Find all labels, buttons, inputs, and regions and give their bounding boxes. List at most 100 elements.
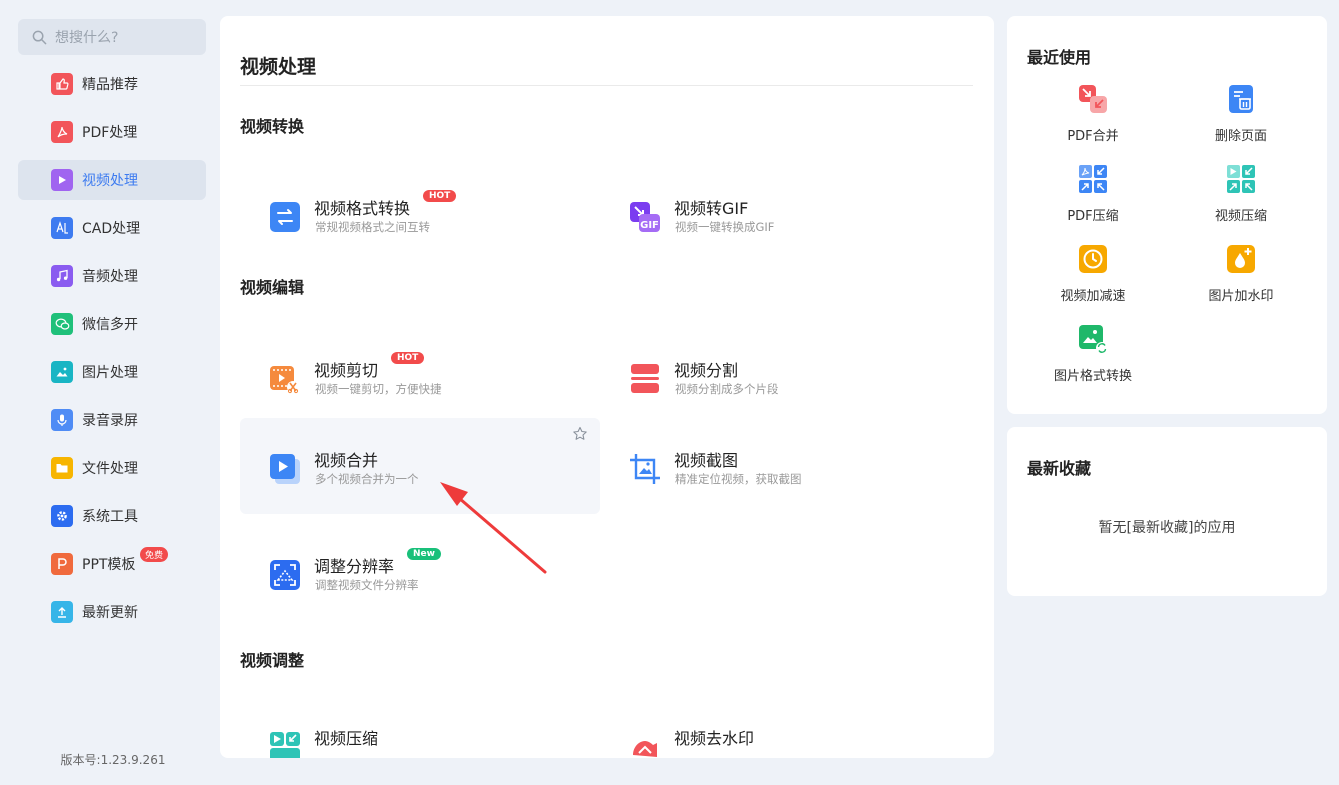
tool-video-compress[interactable]: 视频压缩: [240, 696, 600, 758]
sidebar-item-label: 音频处理: [82, 269, 138, 285]
tool-video-screenshot[interactable]: 视频截图 精准定位视频，获取截图: [600, 418, 960, 514]
thumbs-up-icon: [51, 73, 73, 95]
recent-item-label: 图片格式转换: [1053, 369, 1132, 384]
sidebar-item-label: PPT模板: [82, 557, 136, 573]
tool-video-format-convert[interactable]: 视频格式转换 HOT 常规视频格式之间互转: [240, 166, 600, 262]
sidebar-item-latest-updates[interactable]: 最新更新: [18, 592, 206, 632]
sidebar-item-wechat[interactable]: 微信多开: [18, 304, 206, 344]
tool-video-split[interactable]: 视频分割 视频分割成多个片段: [600, 328, 960, 424]
sidebar-item-ppt-templates[interactable]: PPT模板 免费: [18, 544, 206, 584]
tool-description: 调整视频文件分辨率: [315, 578, 419, 592]
main-panel: 视频处理 视频转换 视频格式转换 HOT 常规视频格式之间互转 GIF 视频转G…: [220, 16, 994, 758]
recent-item-label: PDF压缩: [1067, 209, 1119, 224]
tool-video-remove-watermark[interactable]: 视频去水印: [600, 696, 960, 758]
tool-name: 调整分辨率: [314, 557, 395, 576]
recent-panel: 最近使用 PDF合并 删除页面 PDF压缩 视频压缩 视频加减速 图片加水印 图…: [1007, 16, 1327, 414]
sidebar-item-cad[interactable]: CAD处理: [18, 208, 206, 248]
recent-item-label: 视频压缩: [1214, 209, 1267, 224]
recent-item-label: 删除页面: [1214, 129, 1267, 144]
hot-badge: HOT: [391, 352, 425, 364]
page-title: 视频处理: [240, 56, 317, 78]
sidebar-item-label: 精品推荐: [82, 77, 138, 93]
tool-description: 视频一键剪切，方便快捷: [315, 382, 442, 396]
recent-item-delete-page[interactable]: 删除页面: [1167, 83, 1315, 153]
tool-video-cut[interactable]: 视频剪切 HOT 视频一键剪切，方便快捷: [240, 328, 600, 424]
sidebar-item-pdf[interactable]: PDF处理: [18, 112, 206, 152]
image-icon: [51, 361, 73, 383]
video-play-icon: [51, 169, 73, 191]
image-convert-icon: [1077, 323, 1109, 355]
sidebar-item-video[interactable]: 视频处理: [18, 160, 206, 200]
delete-page-icon: [1225, 83, 1257, 115]
sidebar-item-label: PDF处理: [82, 125, 138, 141]
tool-name: 视频截图: [674, 451, 739, 470]
gear-icon: [51, 505, 73, 527]
convert-icon: [268, 200, 302, 234]
pdf-merge-icon: [1077, 83, 1109, 115]
sidebar-item-recommended[interactable]: 精品推荐: [18, 64, 206, 104]
tool-description: 视频分割成多个片段: [675, 382, 779, 396]
sidebar-item-label: 文件处理: [82, 461, 138, 477]
music-icon: [51, 265, 73, 287]
tool-name: 视频剪切: [314, 361, 379, 380]
tool-description: 常规视频格式之间互转: [315, 220, 430, 234]
recent-item-video-compress[interactable]: 视频压缩: [1167, 163, 1315, 233]
tool-description: 视频一键转换成GIF: [675, 220, 775, 234]
video-merge-icon: [268, 452, 302, 486]
sidebar-item-label: 系统工具: [82, 509, 138, 525]
recent-item-pdf-merge[interactable]: PDF合并: [1019, 83, 1167, 153]
video-compress-icon: [1225, 163, 1257, 195]
sidebar-item-files[interactable]: 文件处理: [18, 448, 206, 488]
image-watermark-icon: [1225, 243, 1257, 275]
free-badge: 免费: [140, 547, 169, 562]
gif-icon: GIF: [628, 200, 662, 234]
tool-video-to-gif[interactable]: GIF 视频转GIF 视频一键转换成GIF: [600, 166, 960, 262]
tool-name: 视频去水印: [674, 729, 755, 748]
wechat-icon: [51, 313, 73, 335]
search-icon: [32, 30, 47, 45]
section-title-video-adjust: 视频调整: [240, 651, 305, 670]
sidebar-item-label: 最新更新: [82, 605, 138, 621]
favorites-panel: 最新收藏 暂无[最新收藏]的应用: [1007, 427, 1327, 596]
sidebar-item-image[interactable]: 图片处理: [18, 352, 206, 392]
recent-item-image-watermark[interactable]: 图片加水印: [1167, 243, 1315, 313]
speed-icon: [1077, 243, 1109, 275]
tool-name: 视频压缩: [314, 729, 379, 748]
recent-item-label: PDF合并: [1067, 129, 1119, 144]
video-cut-icon: [268, 362, 302, 396]
recent-item-video-speed[interactable]: 视频加减速: [1019, 243, 1167, 313]
sidebar-item-label: 录音录屏: [82, 413, 138, 429]
favorites-empty-text: 暂无[最新收藏]的应用: [1098, 520, 1236, 536]
section-title-video-edit: 视频编辑: [240, 278, 305, 297]
tool-video-merge[interactable]: 视频合并 多个视频合并为一个: [240, 418, 600, 514]
resolution-icon: [268, 558, 302, 592]
sidebar-item-recording[interactable]: 录音录屏: [18, 400, 206, 440]
recent-item-pdf-compress[interactable]: PDF压缩: [1019, 163, 1167, 233]
version-label: 版本号:1.23.9.261: [60, 753, 166, 767]
sidebar: 想搜什么? 精品推荐 PDF处理 视频处理 CAD处理 音频处理 微信多开 图片…: [0, 0, 220, 785]
video-split-icon: [628, 362, 662, 396]
search-input[interactable]: 想搜什么?: [18, 19, 206, 55]
title-divider: [240, 85, 973, 86]
cad-icon: [51, 217, 73, 239]
sidebar-item-label: 图片处理: [82, 365, 138, 381]
recent-item-label: 图片加水印: [1208, 289, 1274, 304]
sidebar-item-system-tools[interactable]: 系统工具: [18, 496, 206, 536]
tool-adjust-resolution[interactable]: 调整分辨率 New 调整视频文件分辨率: [240, 524, 600, 620]
hot-badge: HOT: [423, 190, 457, 202]
pdf-icon: [51, 121, 73, 143]
microphone-icon: [51, 409, 73, 431]
tool-description: 精准定位视频，获取截图: [675, 472, 802, 486]
tool-name: 视频合并: [314, 451, 379, 470]
pdf-compress-icon: [1077, 163, 1109, 195]
favorites-title: 最新收藏: [1027, 459, 1092, 478]
sidebar-item-audio[interactable]: 音频处理: [18, 256, 206, 296]
search-placeholder: 想搜什么?: [55, 30, 119, 46]
sidebar-item-label: CAD处理: [82, 221, 141, 237]
recent-item-image-convert[interactable]: 图片格式转换: [1019, 323, 1167, 393]
upload-icon: [51, 601, 73, 623]
favorite-star-icon[interactable]: [572, 426, 588, 446]
sidebar-nav: 精品推荐 PDF处理 视频处理 CAD处理 音频处理 微信多开 图片处理 录音录…: [18, 64, 206, 640]
watermark-remove-icon: [628, 730, 662, 758]
crop-icon: [628, 452, 662, 486]
